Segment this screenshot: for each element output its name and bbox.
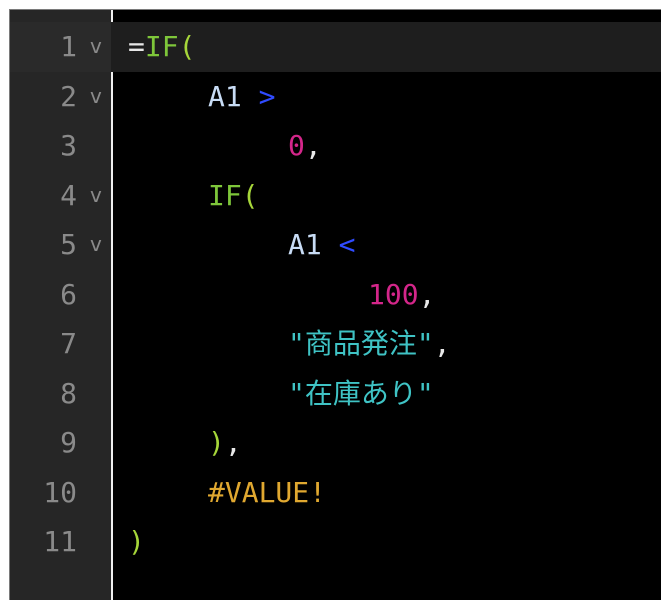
code-line[interactable]: 8 "在庫あり" bbox=[10, 369, 661, 419]
code-line[interactable]: 11) bbox=[10, 517, 661, 567]
line-number: 6 bbox=[60, 277, 77, 311]
line-number-cell: 3 bbox=[10, 121, 111, 171]
line-number: 1 bbox=[60, 30, 77, 63]
cell-reference-token: A1 bbox=[288, 228, 322, 261]
code-line[interactable]: 5 v A1 < bbox=[10, 220, 661, 270]
code-content[interactable]: A1 < bbox=[288, 220, 355, 270]
punctuation-token: , bbox=[433, 327, 451, 360]
line-number: 5 bbox=[60, 228, 77, 261]
function-token: IF bbox=[208, 178, 242, 212]
code-content[interactable]: ), bbox=[208, 418, 242, 468]
code-line[interactable]: 9), bbox=[10, 418, 661, 468]
number-token: 0 bbox=[288, 129, 305, 162]
fold-toggle-icon[interactable]: v bbox=[90, 22, 102, 72]
line-number: 4 bbox=[60, 178, 77, 212]
code-line[interactable]: 2 v A1 > bbox=[10, 72, 661, 122]
line-number: 11 bbox=[43, 525, 77, 558]
fold-toggle-icon[interactable]: v bbox=[90, 220, 102, 270]
line-number: 3 bbox=[60, 129, 77, 162]
code-line[interactable]: 6 100, bbox=[10, 270, 661, 320]
line-number-cell: 1v bbox=[10, 22, 111, 72]
code-content[interactable]: IF( bbox=[208, 171, 259, 221]
line-number: 10 bbox=[43, 475, 77, 509]
line-number: 2 bbox=[60, 79, 77, 113]
punctuation-token: , bbox=[304, 129, 322, 162]
error-value-token: #VALUE! bbox=[208, 475, 327, 509]
line-number-cell: 10 bbox=[10, 468, 111, 518]
line-number: 7 bbox=[60, 327, 77, 360]
number-token: 100 bbox=[368, 277, 419, 311]
code-content[interactable]: A1 > bbox=[208, 72, 275, 122]
paren-token: ( bbox=[178, 30, 196, 63]
code-content[interactable]: 0, bbox=[288, 121, 322, 171]
code-content[interactable]: ) bbox=[128, 517, 145, 567]
fold-toggle-icon[interactable]: v bbox=[90, 171, 102, 221]
function-token: IF bbox=[144, 30, 179, 63]
line-number-cell: 5v bbox=[10, 220, 111, 270]
line-number-cell: 8 bbox=[10, 369, 111, 419]
line-number-cell: 11 bbox=[10, 517, 111, 567]
string-token: "在庫あり" bbox=[288, 376, 434, 410]
code-line[interactable]: 4 v IF( bbox=[10, 171, 661, 221]
line-number-cell: 7 bbox=[10, 319, 111, 369]
line-number: 9 bbox=[60, 426, 77, 459]
punctuation-token: , bbox=[418, 277, 436, 311]
comparison-operator-token: < bbox=[338, 228, 356, 261]
line-number-cell: 6 bbox=[10, 270, 111, 320]
line-number-cell: 9 bbox=[10, 418, 111, 468]
code-lines[interactable]: 1 v =IF(2 v A1 >3 0, 4 v IF(5 v A1 <6 100, 7 "商品発注", 8… bbox=[10, 22, 661, 567]
cell-reference-token: A1 bbox=[208, 79, 242, 113]
code-content[interactable]: #VALUE! bbox=[208, 468, 326, 518]
code-line[interactable]: 1 v =IF( bbox=[10, 22, 661, 72]
formula-editor[interactable]: 1 v =IF(2 v A1 >3 0, 4 v IF(5 v A1 <6 100, 7 "商品発注", 8… bbox=[9, 9, 661, 600]
paren-token: ) bbox=[128, 525, 145, 558]
operator-token: = bbox=[128, 30, 145, 63]
code-line[interactable]: 3 0, bbox=[10, 121, 661, 171]
line-number-cell: 4v bbox=[10, 171, 111, 221]
paren-token: ( bbox=[241, 178, 259, 212]
code-line[interactable]: 10 #VALUE! bbox=[10, 468, 661, 518]
punctuation-token: , bbox=[224, 426, 242, 459]
paren-token: ) bbox=[208, 426, 225, 459]
code-content[interactable]: "商品発注", bbox=[288, 319, 451, 369]
code-content[interactable]: 100, bbox=[368, 270, 435, 320]
line-number: 8 bbox=[60, 376, 77, 410]
comparison-operator-token: > bbox=[258, 79, 276, 113]
line-number-cell: 2v bbox=[10, 72, 111, 122]
code-line[interactable]: 7 "商品発注", bbox=[10, 319, 661, 369]
string-token: "商品発注" bbox=[288, 327, 434, 360]
fold-toggle-icon[interactable]: v bbox=[90, 72, 102, 122]
code-content[interactable]: =IF( bbox=[128, 22, 195, 72]
code-content[interactable]: "在庫あり" bbox=[288, 369, 434, 419]
